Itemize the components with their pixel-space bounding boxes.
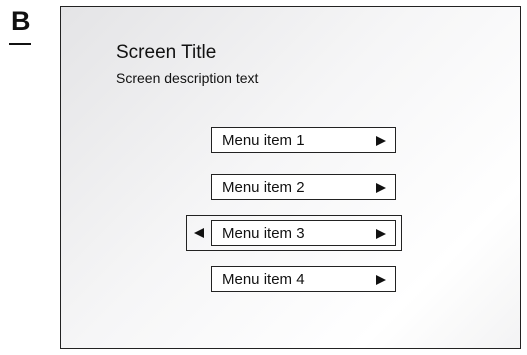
menu-item-label: Menu item 1 bbox=[222, 132, 305, 149]
menu-list: Menu item 1 Menu item 2 Menu item 3 Menu… bbox=[61, 7, 520, 348]
arrow-right-icon bbox=[376, 136, 386, 146]
menu-item-label: Menu item 4 bbox=[222, 271, 305, 288]
menu-item-3[interactable]: Menu item 3 bbox=[211, 220, 396, 246]
panel-letter: B bbox=[11, 6, 31, 36]
arrow-left-icon[interactable] bbox=[194, 228, 204, 238]
menu-item-4[interactable]: Menu item 4 bbox=[211, 266, 396, 292]
arrow-right-icon bbox=[376, 275, 386, 285]
menu-item-2[interactable]: Menu item 2 bbox=[211, 174, 396, 200]
arrow-right-icon bbox=[376, 183, 386, 193]
menu-item-label: Menu item 3 bbox=[222, 225, 305, 242]
arrow-right-icon bbox=[376, 229, 386, 239]
panel-letter-underline bbox=[9, 43, 31, 45]
menu-item-1[interactable]: Menu item 1 bbox=[211, 127, 396, 153]
tv-screen: Screen Title Screen description text Men… bbox=[60, 6, 521, 349]
menu-item-label: Menu item 2 bbox=[222, 179, 305, 196]
page: B Screen Title Screen description text M… bbox=[0, 0, 527, 355]
